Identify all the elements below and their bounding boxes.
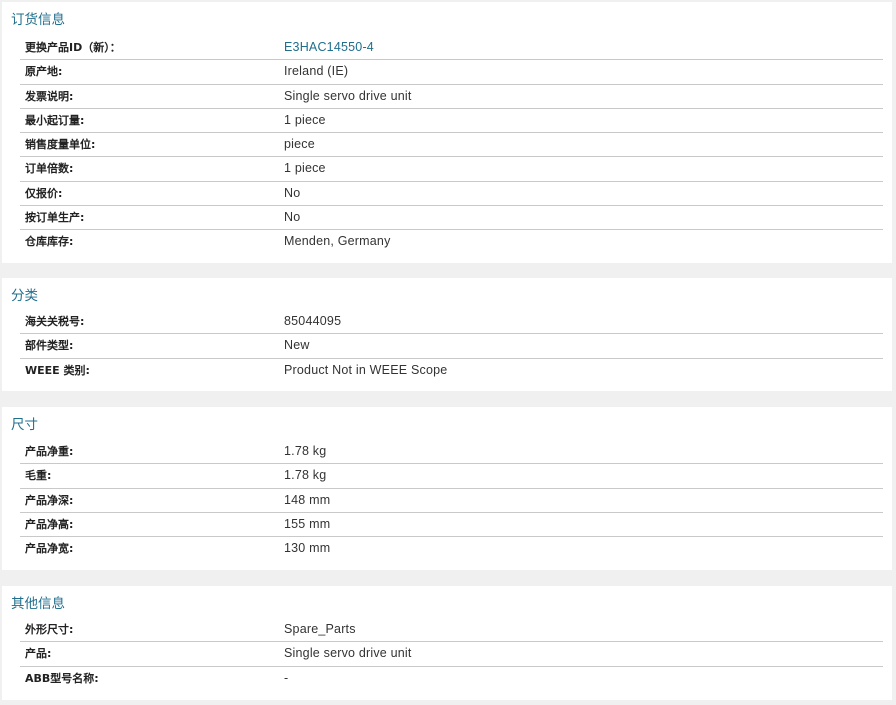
table-row-part-type: 部件类型: New <box>20 334 883 359</box>
table-row-country-of-origin: 原产地: Ireland (IE) <box>20 60 883 85</box>
table-row-net-width: 产品净宽: 130 mm <box>20 537 883 561</box>
row-value: New <box>284 338 310 353</box>
row-label: 发票说明: <box>25 89 74 103</box>
row-label: 原产地: <box>25 65 63 79</box>
row-value: 85044095 <box>284 314 342 328</box>
row-label: 产品净高: <box>25 517 74 531</box>
row-value: 1.78 kg <box>284 468 327 483</box>
row-value: No <box>284 210 301 225</box>
row-label: 订单倍数: <box>25 162 74 176</box>
ordering-info-section: 订货信息 更换产品ID（新）： E3HAC14550-4 原产地: Irelan… <box>2 2 892 263</box>
row-label: 最小起订量: <box>25 113 85 127</box>
row-label: 更换产品ID（新）： <box>25 41 121 54</box>
row-value: 1 piece <box>284 161 326 176</box>
dimensions-section: 尺寸 产品净重: 1.78 kg 毛重: 1.78 kg 产品净深: 148 m… <box>2 407 892 570</box>
row-value: Single servo drive unit <box>284 646 412 661</box>
table-row-quote-only: 仅报价: No <box>20 182 883 207</box>
table-row-made-to-order: 按订单生产: No <box>20 206 883 231</box>
ordering-info-table: 更换产品ID（新）： E3HAC14550-4 原产地: Ireland (IE… <box>20 36 883 255</box>
row-value: Ireland (IE) <box>284 64 349 79</box>
table-row-net-height: 产品净高: 155 mm <box>20 513 883 538</box>
row-label: 外形尺寸: <box>25 623 74 636</box>
table-row-warehouse-stock: 仓库库存: Menden, Germany <box>20 230 883 254</box>
table-row-invoice-description: 发票说明: Single servo drive unit <box>20 85 883 109</box>
row-label: 产品净宽: <box>25 542 74 556</box>
row-value: 1.78 kg <box>284 444 327 458</box>
table-row-weee-category: WEEE 类别: Product Not in WEEE Scope <box>20 359 883 383</box>
row-value: Single servo drive unit <box>284 88 412 103</box>
dimensions-title: 尺寸 <box>11 417 38 433</box>
replacement-product-id-link[interactable]: E3HAC14550-4 <box>284 39 374 55</box>
row-value: No <box>284 185 301 200</box>
table-row-customs-tariff-number: 海关关税号: 85044095 <box>20 310 883 335</box>
row-label: 海关关税号: <box>25 315 85 328</box>
classification-table: 海关关税号: 85044095 部件类型: New WEEE 类别: Produ… <box>20 310 883 383</box>
table-row-product: 产品: Single servo drive unit <box>20 642 883 667</box>
row-label: WEEE 类别: <box>25 363 90 377</box>
other-info-title: 其他信息 <box>11 596 65 612</box>
row-value: - <box>284 670 289 685</box>
row-label: 按订单生产: <box>25 211 85 225</box>
other-info-table: 外形尺寸: Spare_Parts 产品: Single servo drive… <box>20 618 883 691</box>
classification-title: 分类 <box>11 288 38 304</box>
row-value: piece <box>284 137 315 152</box>
ordering-info-title: 订货信息 <box>11 12 65 28</box>
row-label: 仅报价: <box>25 186 63 200</box>
table-row-net-weight: 产品净重: 1.78 kg <box>20 440 883 465</box>
row-label: 仓库库存: <box>25 235 74 249</box>
row-label: 销售度量单位: <box>25 138 96 152</box>
row-value: 155 mm <box>284 516 331 531</box>
other-info-section: 其他信息 外形尺寸: Spare_Parts 产品: Single servo … <box>2 586 892 700</box>
table-row-gross-weight: 毛重: 1.78 kg <box>20 464 883 489</box>
row-label: 产品净重: <box>25 445 74 458</box>
row-value: 148 mm <box>284 492 331 507</box>
row-label: 毛重: <box>25 469 52 483</box>
row-value: 1 piece <box>284 112 326 127</box>
row-label: 产品净深: <box>25 493 74 507</box>
table-row-order-multiple: 订单倍数: 1 piece <box>20 157 883 182</box>
table-row-minimum-order-quantity: 最小起订量: 1 piece <box>20 109 883 134</box>
table-row-package-level: 外形尺寸: Spare_Parts <box>20 618 883 643</box>
classification-section: 分类 海关关税号: 85044095 部件类型: New WEEE 类别: Pr… <box>2 278 892 391</box>
row-value: Menden, Germany <box>284 234 391 249</box>
row-value: Spare_Parts <box>284 622 356 636</box>
row-value: 130 mm <box>284 541 331 556</box>
row-label: ABB型号名称: <box>25 671 99 685</box>
row-label: 部件类型: <box>25 339 74 353</box>
row-value: Product Not in WEEE Scope <box>284 362 448 377</box>
dimensions-table: 产品净重: 1.78 kg 毛重: 1.78 kg 产品净深: 148 mm 产… <box>20 440 883 561</box>
table-row-abb-type-designation: ABB型号名称: - <box>20 667 883 691</box>
row-label: 产品: <box>25 647 52 661</box>
table-row-replacement-product-id: 更换产品ID（新）： E3HAC14550-4 <box>20 36 883 61</box>
table-row-selling-unit: 销售度量单位: piece <box>20 133 883 158</box>
table-row-net-depth: 产品净深: 148 mm <box>20 489 883 513</box>
